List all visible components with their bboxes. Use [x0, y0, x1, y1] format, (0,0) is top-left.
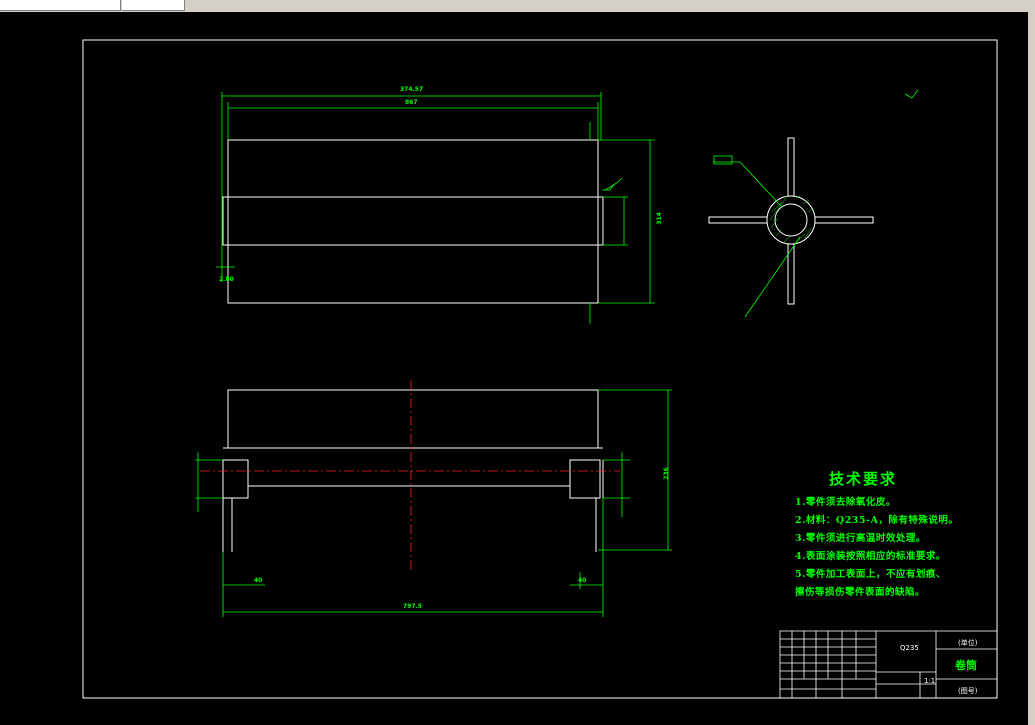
dim-bottom-left: 2.80 — [219, 276, 234, 283]
window-top-bar — [0, 0, 1035, 12]
tech-req-line-1: 1.零件须去除氧化皮。 — [795, 497, 896, 508]
status-field — [122, 0, 185, 11]
side-view-annotations — [713, 89, 919, 318]
top-view — [222, 139, 604, 304]
dim-top-inner: 867 — [405, 99, 418, 106]
dim-top-overall: 374.57 — [400, 86, 424, 93]
tech-req-line-6: 擦伤等损伤零件表面的缺陷。 — [795, 587, 926, 598]
dim-height: 236 — [662, 467, 670, 480]
title-block-unit: (单位) — [958, 639, 978, 647]
title-block-scale: 1:1 — [924, 677, 936, 685]
drawing-canvas[interactable] — [0, 12, 1028, 725]
dim-left-small: 40 — [254, 577, 263, 584]
centerlines — [200, 380, 620, 572]
top-view-dims — [216, 92, 655, 324]
title-block-part-name: 卷筒 — [955, 659, 977, 672]
title-block-material: Q235 — [900, 644, 919, 652]
front-view-dims — [195, 389, 672, 617]
title-block-drawing-no: (图号) — [958, 687, 978, 695]
side-view — [708, 137, 874, 305]
dim-right-small: 40 — [578, 577, 587, 584]
tech-req-line-4: 4.表面涂装按照相应的标准要求。 — [795, 551, 946, 562]
dim-bottom-overall: 797.5 — [403, 603, 422, 610]
tech-req-line-2: 2.材料：Q235-A，除有特殊说明。 — [795, 515, 959, 526]
tech-req-title: 技术要求 — [829, 470, 898, 488]
drawing-frame — [82, 39, 998, 699]
tech-req-line-3: 3.零件须进行高温时效处理。 — [795, 533, 926, 544]
dim-right: 314 — [655, 212, 663, 225]
right-scroll-edge[interactable] — [1028, 12, 1035, 725]
command-field[interactable] — [0, 0, 121, 11]
tech-req-line-5: 5.零件加工表面上，不应有划痕、 — [795, 569, 946, 580]
